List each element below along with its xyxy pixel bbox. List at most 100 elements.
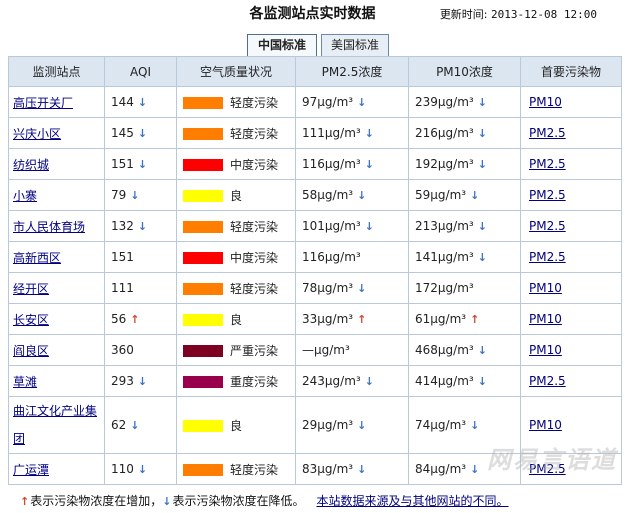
arrow-down-icon: ↓	[470, 463, 480, 476]
primary-pollutant-link[interactable]: PM2.5	[529, 157, 566, 171]
aqi-value: 360	[111, 343, 134, 357]
arrow-down-icon: ↓	[477, 251, 487, 264]
update-timestamp: 2013-12-08 12:00	[491, 8, 597, 21]
aqi-cell: 132 ↓	[104, 210, 177, 242]
aqi-cell: 79 ↓	[104, 179, 177, 211]
primary-pollutant-link[interactable]: PM2.5	[529, 374, 566, 388]
quality-cell: 轻度污染	[176, 210, 296, 242]
primary-pollutant-link[interactable]: PM2.5	[529, 219, 566, 233]
primary-pollutant-link[interactable]: PM2.5	[529, 126, 566, 140]
pollutant-cell: PM10	[520, 86, 622, 118]
update-label: 更新时间:	[439, 8, 488, 21]
station-link[interactable]: 长安区	[13, 313, 49, 327]
station-cell: 长安区	[8, 303, 105, 335]
pollutant-cell: PM2.5	[520, 210, 622, 242]
arrow-down-icon: ↓	[357, 282, 367, 295]
pm25-cell: 33μg/m³ ↑	[295, 303, 409, 335]
pm25-value: 78μg/m³	[302, 281, 354, 295]
primary-pollutant-link[interactable]: PM2.5	[529, 188, 566, 202]
pm25-cell: 97μg/m³ ↓	[295, 86, 409, 118]
quality-label: 轻度污染	[230, 219, 279, 234]
station-link[interactable]: 高新西区	[13, 251, 61, 265]
station-link[interactable]: 高压开关厂	[13, 96, 73, 110]
data-source-link[interactable]: 本站数据来源及与其他网站的不同。	[316, 494, 508, 508]
pm10-value: 74μg/m³	[415, 418, 467, 432]
primary-pollutant-link[interactable]: PM10	[529, 343, 562, 357]
pm25-cell: 29μg/m³ ↓	[295, 396, 409, 454]
primary-pollutant-link[interactable]: PM10	[529, 418, 562, 432]
station-link[interactable]: 曲江文化产业集团	[13, 404, 97, 446]
pm10-value: 213μg/m³	[415, 219, 474, 233]
pm10-cell: 141μg/m³ ↓	[408, 241, 521, 273]
quality-color-swatch	[183, 252, 223, 264]
station-cell: 阎良区	[8, 334, 105, 366]
pollutant-cell: PM2.5	[520, 179, 622, 211]
station-link[interactable]: 阎良区	[13, 344, 49, 358]
station-link[interactable]: 市人民体育场	[13, 220, 85, 234]
arrow-down-icon: ↓	[470, 419, 480, 432]
quality-cell: 轻度污染	[176, 453, 296, 485]
pm25-cell: 116μg/m³ ↓	[295, 148, 409, 180]
station-link[interactable]: 草滩	[13, 375, 37, 389]
primary-pollutant-link[interactable]: PM10	[529, 95, 562, 109]
quality-cell: 重度污染	[176, 365, 296, 397]
aqi-cell: 151 ↓	[104, 148, 177, 180]
pm25-cell: 78μg/m³ ↓	[295, 272, 409, 304]
table-row: 长安区 56 ↑ 良 33μg/m³ ↑ 61μg/m³ ↑ PM10	[8, 303, 622, 335]
station-cell: 高新西区	[8, 241, 105, 273]
arrow-down-icon: ↓	[130, 189, 140, 202]
station-link[interactable]: 兴庆小区	[13, 127, 61, 141]
station-cell: 经开区	[8, 272, 105, 304]
quality-color-swatch	[183, 283, 223, 295]
tab-china-standard[interactable]: 中国标准	[247, 34, 317, 56]
quality-color-swatch	[183, 420, 223, 432]
page-header: 各监测站点实时数据 更新时间: 2013-12-08 12:00	[0, 0, 625, 26]
pm25-value: 116μg/m³	[302, 250, 361, 264]
pollutant-cell: PM10	[520, 272, 622, 304]
station-table-wrapper: 监测站点 AQI 空气质量状况 PM2.5浓度 PM10浓度 首要污染物 高压开…	[8, 56, 622, 485]
station-cell: 草滩	[8, 365, 105, 397]
tab-us-standard[interactable]: 美国标准	[321, 34, 389, 56]
pollutant-cell: PM2.5	[520, 148, 622, 180]
quality-color-swatch	[183, 128, 223, 140]
aqi-cell: 144 ↓	[104, 86, 177, 118]
aqi-cell: 360	[104, 334, 177, 366]
quality-cell: 轻度污染	[176, 86, 296, 118]
station-table: 监测站点 AQI 空气质量状况 PM2.5浓度 PM10浓度 首要污染物 高压开…	[8, 56, 622, 485]
aqi-value: 151	[111, 250, 134, 264]
arrow-down-icon: ↓	[357, 96, 367, 109]
station-link[interactable]: 广运潭	[13, 463, 49, 477]
station-link[interactable]: 纺织城	[13, 158, 49, 172]
pm10-value: 59μg/m³	[415, 188, 467, 202]
quality-label: 轻度污染	[230, 462, 279, 477]
table-row: 高新西区 151 中度污染 116μg/m³ 141μg/m³ ↓ PM2.5	[8, 241, 622, 273]
pm25-value: 243μg/m³	[302, 374, 361, 388]
primary-pollutant-link[interactable]: PM2.5	[529, 250, 566, 264]
aqi-value: 151	[111, 157, 134, 171]
pollutant-cell: PM2.5	[520, 365, 622, 397]
primary-pollutant-link[interactable]: PM10	[529, 281, 562, 295]
quality-color-swatch	[183, 159, 223, 171]
table-row: 兴庆小区 145 ↓ 轻度污染 111μg/m³ ↓ 216μg/m³ ↓ PM2.5	[8, 117, 622, 149]
station-link[interactable]: 经开区	[13, 282, 49, 296]
quality-color-swatch	[183, 190, 223, 202]
col-pm25: PM2.5浓度	[295, 56, 409, 87]
pm10-value: 414μg/m³	[415, 374, 474, 388]
quality-label: 严重污染	[230, 343, 279, 358]
aqi-value: 56	[111, 312, 127, 326]
aqi-cell: 62 ↓	[104, 396, 177, 454]
quality-cell: 轻度污染	[176, 117, 296, 149]
legend-down-text: 表示污染物浓度在降低。	[172, 494, 305, 508]
pm25-value: 58μg/m³	[302, 188, 354, 202]
arrow-down-icon: ↓	[357, 189, 367, 202]
quality-label: 重度污染	[230, 374, 279, 389]
arrow-up-icon: ↑	[130, 313, 140, 326]
table-row: 高压开关厂 144 ↓ 轻度污染 97μg/m³ ↓ 239μg/m³ ↓ PM10	[8, 86, 622, 118]
table-row: 小寨 79 ↓ 良 58μg/m³ ↓ 59μg/m³ ↓ PM2.5	[8, 179, 622, 211]
pm25-cell: —μg/m³	[295, 334, 409, 366]
station-link[interactable]: 小寨	[13, 189, 37, 203]
primary-pollutant-link[interactable]: PM10	[529, 312, 562, 326]
aqi-value: 79	[111, 188, 127, 202]
pm10-value: 239μg/m³	[415, 95, 474, 109]
pm10-value: 61μg/m³	[415, 312, 467, 326]
